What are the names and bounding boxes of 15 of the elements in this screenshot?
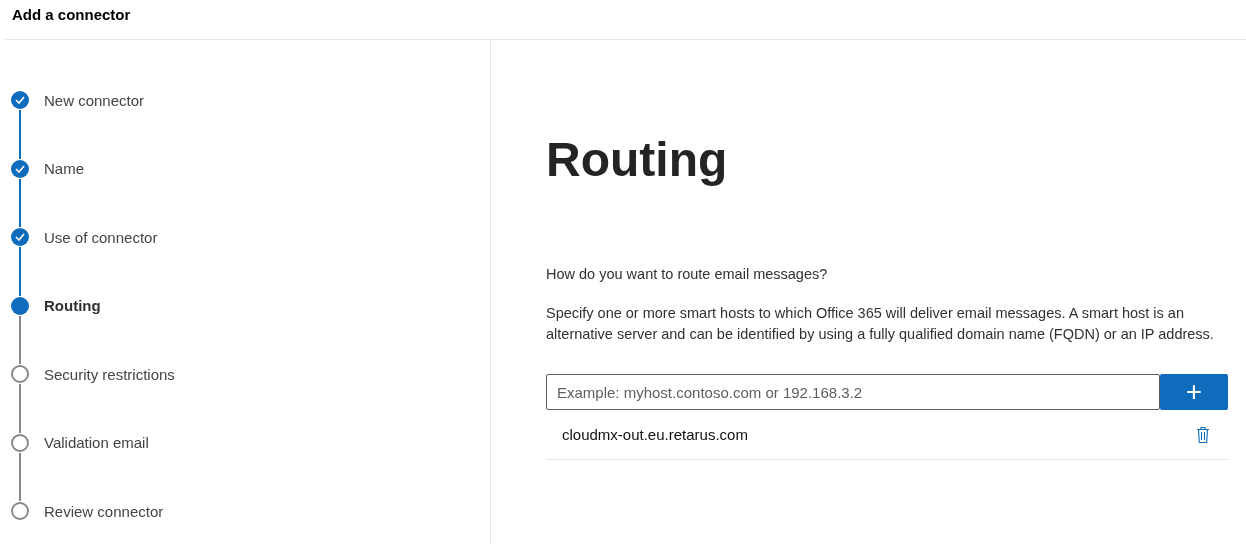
description-text: Specify one or more smart hosts to which Office 365 will deliver email messages. A smart host is an alternative server and can be identified by using a fully qualified domain name (FQDN) or an IP address. [546, 304, 1215, 344]
host-input-field[interactable]: Example: myhost.contoso.com or 192.168.3.2 [546, 374, 1160, 410]
step-label: Review connector [44, 502, 164, 520]
step-label: Use of connector [44, 228, 158, 246]
step-label: New connector [44, 91, 145, 109]
add-button[interactable]: + [1160, 374, 1228, 410]
step-label: Name [44, 160, 84, 177]
step-label: Routing [44, 297, 101, 314]
step-label: Validation email [44, 434, 149, 451]
page-heading: Routing [546, 132, 729, 188]
window-title: Add a connector [12, 6, 131, 23]
question-text: How do you want to route email messages? [546, 265, 829, 284]
host-entry: cloudmx-out.eu.retarus.com [562, 426, 748, 443]
step-label: Security restrictions [44, 365, 175, 383]
delete-icon[interactable] [1196, 425, 1210, 444]
